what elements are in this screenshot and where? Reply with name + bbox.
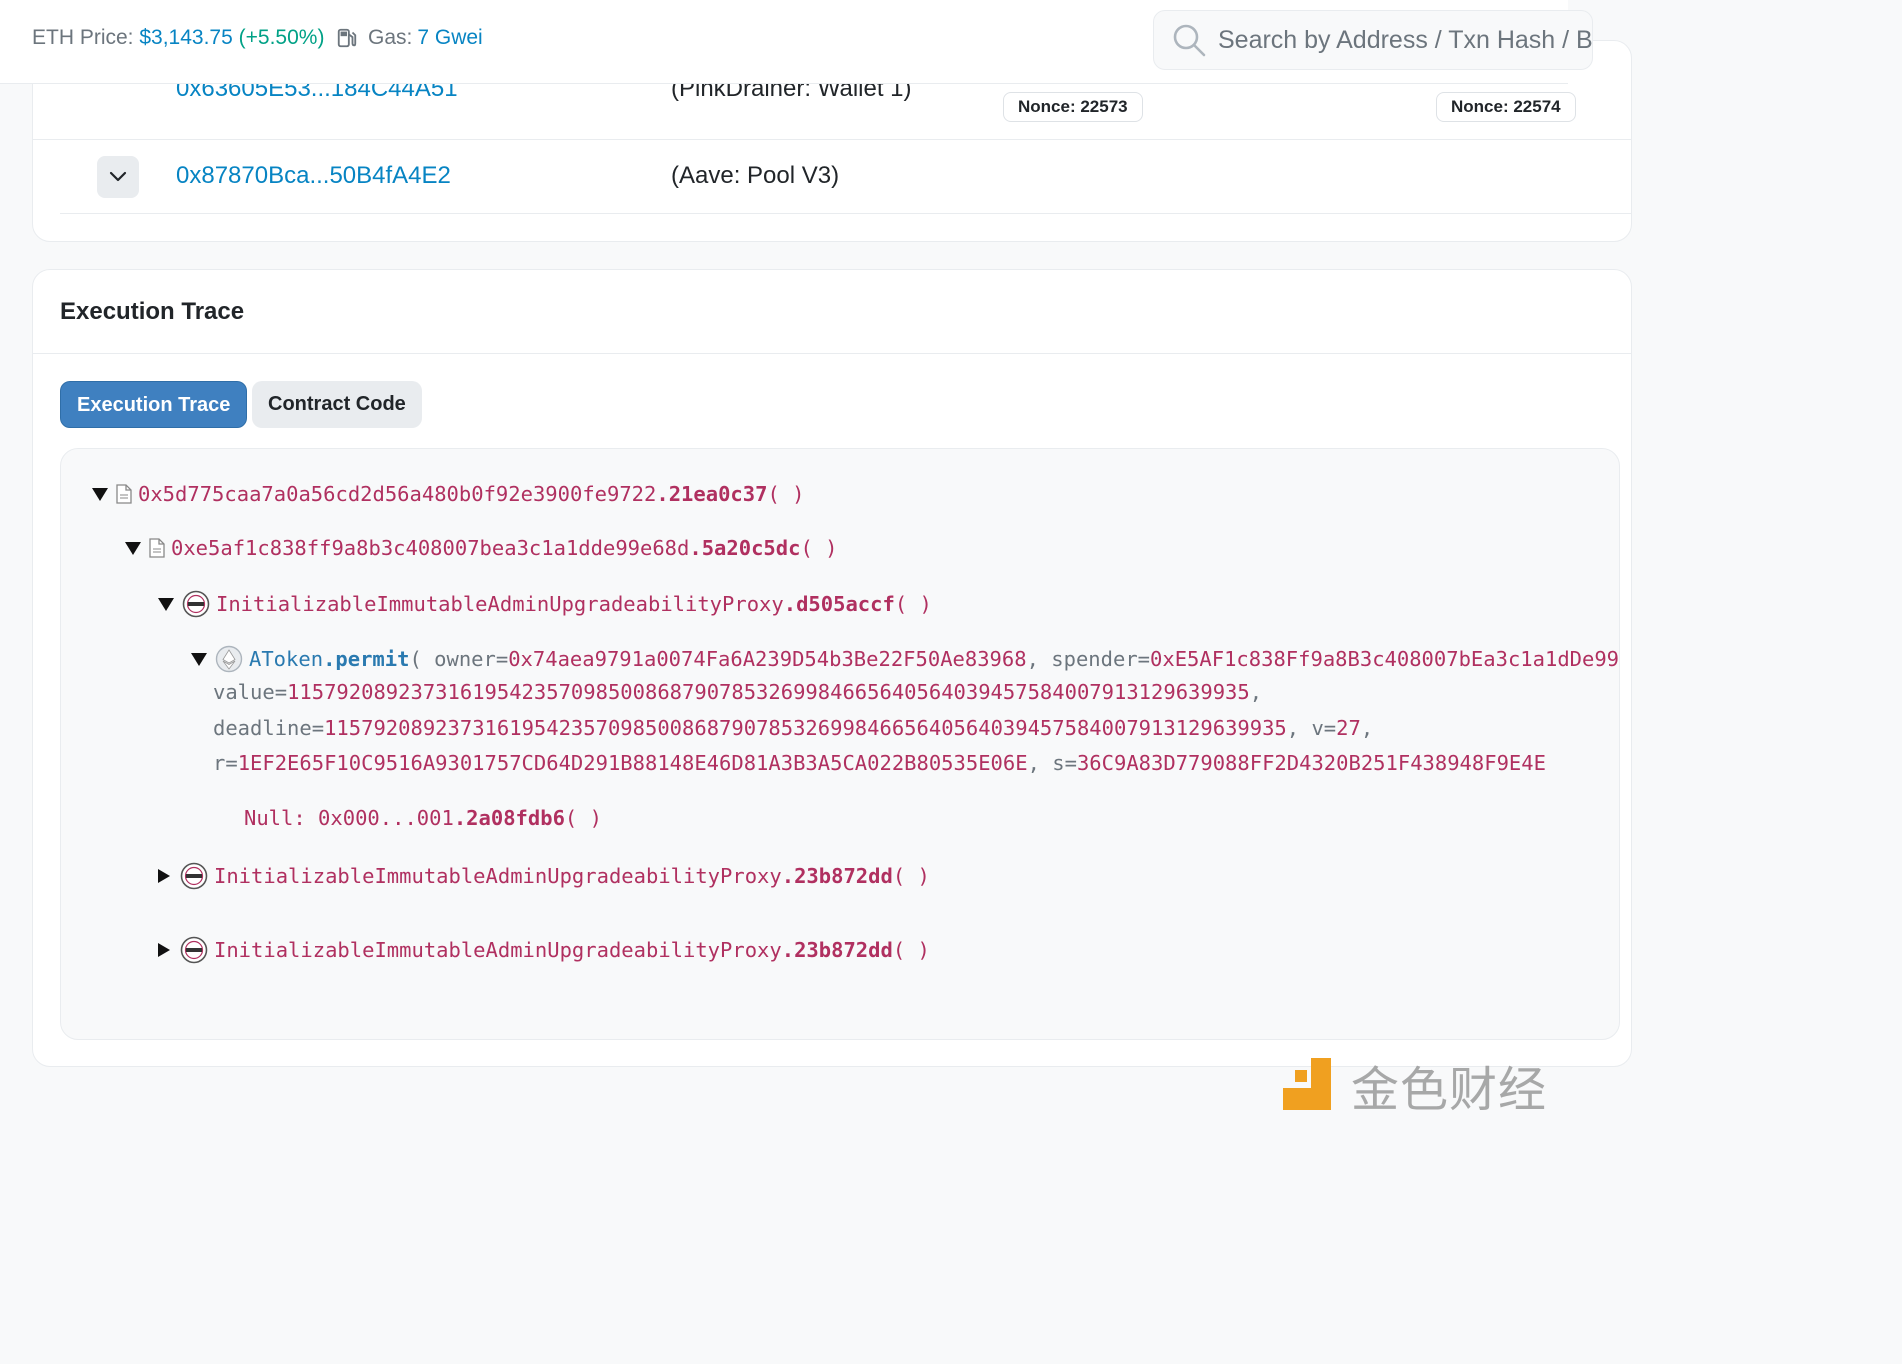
trace-args: ( ) [892, 864, 930, 888]
trace-contract-link[interactable]: AToken [249, 647, 323, 671]
arg-v-value: 27 [1336, 716, 1361, 740]
trace-args-line: value= 1157920892373161954235709850086879… [213, 680, 1262, 704]
trace-node: InitializableImmutableAdminUpgradeabilit… [158, 590, 932, 618]
arg-spender-key: spender= [1051, 647, 1151, 671]
collapse-toggle-icon[interactable] [92, 487, 108, 501]
gas-label: Gas: [368, 26, 413, 49]
trace-node: InitializableImmutableAdminUpgradeabilit… [158, 936, 930, 964]
ethereum-token-icon [215, 645, 243, 673]
arg-owner-key: owner= [434, 647, 509, 671]
trace-node: 0x5d775caa7a0a56cd2d56a480b0f92e3900fe97… [92, 482, 805, 506]
search-box[interactable] [1153, 10, 1593, 70]
arg-sep: , [1286, 716, 1300, 740]
eth-price-value[interactable]: $3,143.75 [139, 26, 232, 49]
arg-sep: , [1249, 680, 1263, 704]
trace-args: ( ) [800, 536, 838, 560]
collapse-toggle-icon[interactable] [125, 541, 141, 555]
trace-node: InitializableImmutableAdminUpgradeabilit… [158, 862, 930, 890]
trace-node: AToken .permit( owner= 0x74aea9791a0074Fa6… [191, 645, 1620, 673]
trace-paren: ( [409, 647, 422, 671]
search-icon [1173, 24, 1206, 57]
eth-price: ETH Price: $3,143.75 (+5.50%) [32, 26, 324, 50]
jinse-logo-icon [1283, 1058, 1331, 1110]
expand-toggle-icon[interactable] [158, 869, 170, 883]
expand-row-button[interactable] [97, 156, 139, 198]
arg-r-value: 1EF2E65F10C9516A9301757CD64D291B88148E46… [237, 751, 1028, 775]
gas-price: Gas: 7 Gwei [336, 26, 483, 50]
trace-function: .23b872dd [781, 864, 893, 888]
trace-contract-link[interactable]: 0x5d775caa7a0a56cd2d56a480b0f92e3900fe97… [138, 482, 656, 506]
trace-node: 0xe5af1c838ff9a8b3c408007bea3c1a1dde99e6… [125, 536, 838, 560]
state-row-pool: 0x87870Bca...50B4fA4E2 (Aave: Pool V3) [60, 140, 1631, 214]
nonce-before-badge: Nonce: 22573 [1003, 92, 1143, 122]
search-input[interactable] [1218, 25, 1592, 55]
weth-token-icon [180, 936, 208, 964]
arg-v-key: v= [1311, 716, 1337, 740]
arg-value-key: value= [213, 680, 288, 704]
trace-function: .2a08fdb6 [453, 806, 565, 830]
watermark-text: 金色财经 [1351, 1062, 1548, 1118]
arg-r-key: r= [213, 751, 238, 775]
trace-args: ( ) [892, 938, 930, 962]
tab-contract-code[interactable]: Contract Code [252, 381, 422, 428]
card-title: Execution Trace [60, 298, 245, 325]
weth-token-icon [182, 590, 210, 618]
arg-deadline-value: 1157920892373161954235709850086879078532… [324, 716, 1287, 740]
trace-function: .permit [323, 647, 410, 671]
gas-pump-icon [337, 28, 357, 48]
arg-s-key: s= [1052, 751, 1077, 775]
trace-args-line: deadline= 1157920892373161954235709850086… [213, 716, 1373, 740]
trace-tree: 0x5d775caa7a0a56cd2d56a480b0f92e3900fe97… [60, 448, 1620, 1040]
trace-contract-link[interactable]: InitializableImmutableAdminUpgradeabilit… [216, 592, 784, 616]
file-icon [116, 484, 132, 504]
weth-token-icon [180, 862, 208, 890]
state-row-address[interactable]: 0x87870Bca...50B4fA4E2 [176, 162, 451, 190]
trace-contract-link[interactable]: InitializableImmutableAdminUpgradeabilit… [214, 864, 782, 888]
chevron-down-icon [109, 171, 127, 182]
gas-value[interactable]: 7 Gwei [417, 26, 482, 50]
trace-contract-link[interactable]: 0xe5af1c838ff9a8b3c408007bea3c1a1dde99e6… [171, 536, 689, 560]
trace-function: .5a20c5dc [689, 536, 801, 560]
nonce-after-badge: Nonce: 22574 [1436, 92, 1576, 122]
execution-trace-card: Execution Trace Execution Trace Contract… [32, 269, 1632, 1067]
arg-sep: , [1026, 647, 1039, 671]
trace-function: .d505accf [783, 592, 895, 616]
trace-function: .21ea0c37 [656, 482, 768, 506]
trace-args-line: r= 1EF2E65F10C9516A9301757CD64D291B88148E… [213, 751, 1546, 775]
trace-args: ( ) [564, 806, 602, 830]
eth-price-change: (+5.50%) [238, 26, 325, 49]
arg-owner-value: 0x74aea9791a0074Fa6A239D54b3Be22F50Ae839… [508, 647, 1027, 671]
collapse-toggle-icon[interactable] [191, 652, 207, 666]
collapse-toggle-icon[interactable] [158, 597, 174, 611]
top-bar: ETH Price: $3,143.75 (+5.50%) Gas: 7 Gwe… [0, 0, 1593, 84]
arg-spender-value: 0xE5AF1c838Ff9a8B3c408007bEa3c1a1dDe99E6… [1150, 647, 1620, 671]
trace-node: Null: 0x000...001.2a08fdb6( ) [244, 806, 602, 830]
arg-value-value: 1157920892373161954235709850086879078532… [287, 680, 1250, 704]
eth-price-label: ETH Price: [32, 26, 134, 49]
trace-function: .23b872dd [781, 938, 893, 962]
arg-deadline-key: deadline= [213, 716, 325, 740]
trace-args: ( ) [894, 592, 932, 616]
tab-execution-trace[interactable]: Execution Trace [60, 381, 248, 428]
arg-sep: , [1360, 716, 1374, 740]
expand-toggle-icon[interactable] [158, 943, 170, 957]
trace-args: ( ) [767, 482, 805, 506]
file-icon [149, 538, 165, 558]
watermark-logo: 金色财经 [1281, 1054, 1561, 1118]
trace-contract-link[interactable]: Null: 0x000...001 [244, 806, 454, 830]
arg-sep: , [1027, 751, 1040, 775]
card-header: Execution Trace [33, 270, 1631, 354]
trace-contract-link[interactable]: InitializableImmutableAdminUpgradeabilit… [214, 938, 782, 962]
arg-s-value: 36C9A83D779088FF2D4320B251F438948F9E4E [1076, 751, 1546, 775]
state-row-label: (Aave: Pool V3) [671, 162, 840, 189]
